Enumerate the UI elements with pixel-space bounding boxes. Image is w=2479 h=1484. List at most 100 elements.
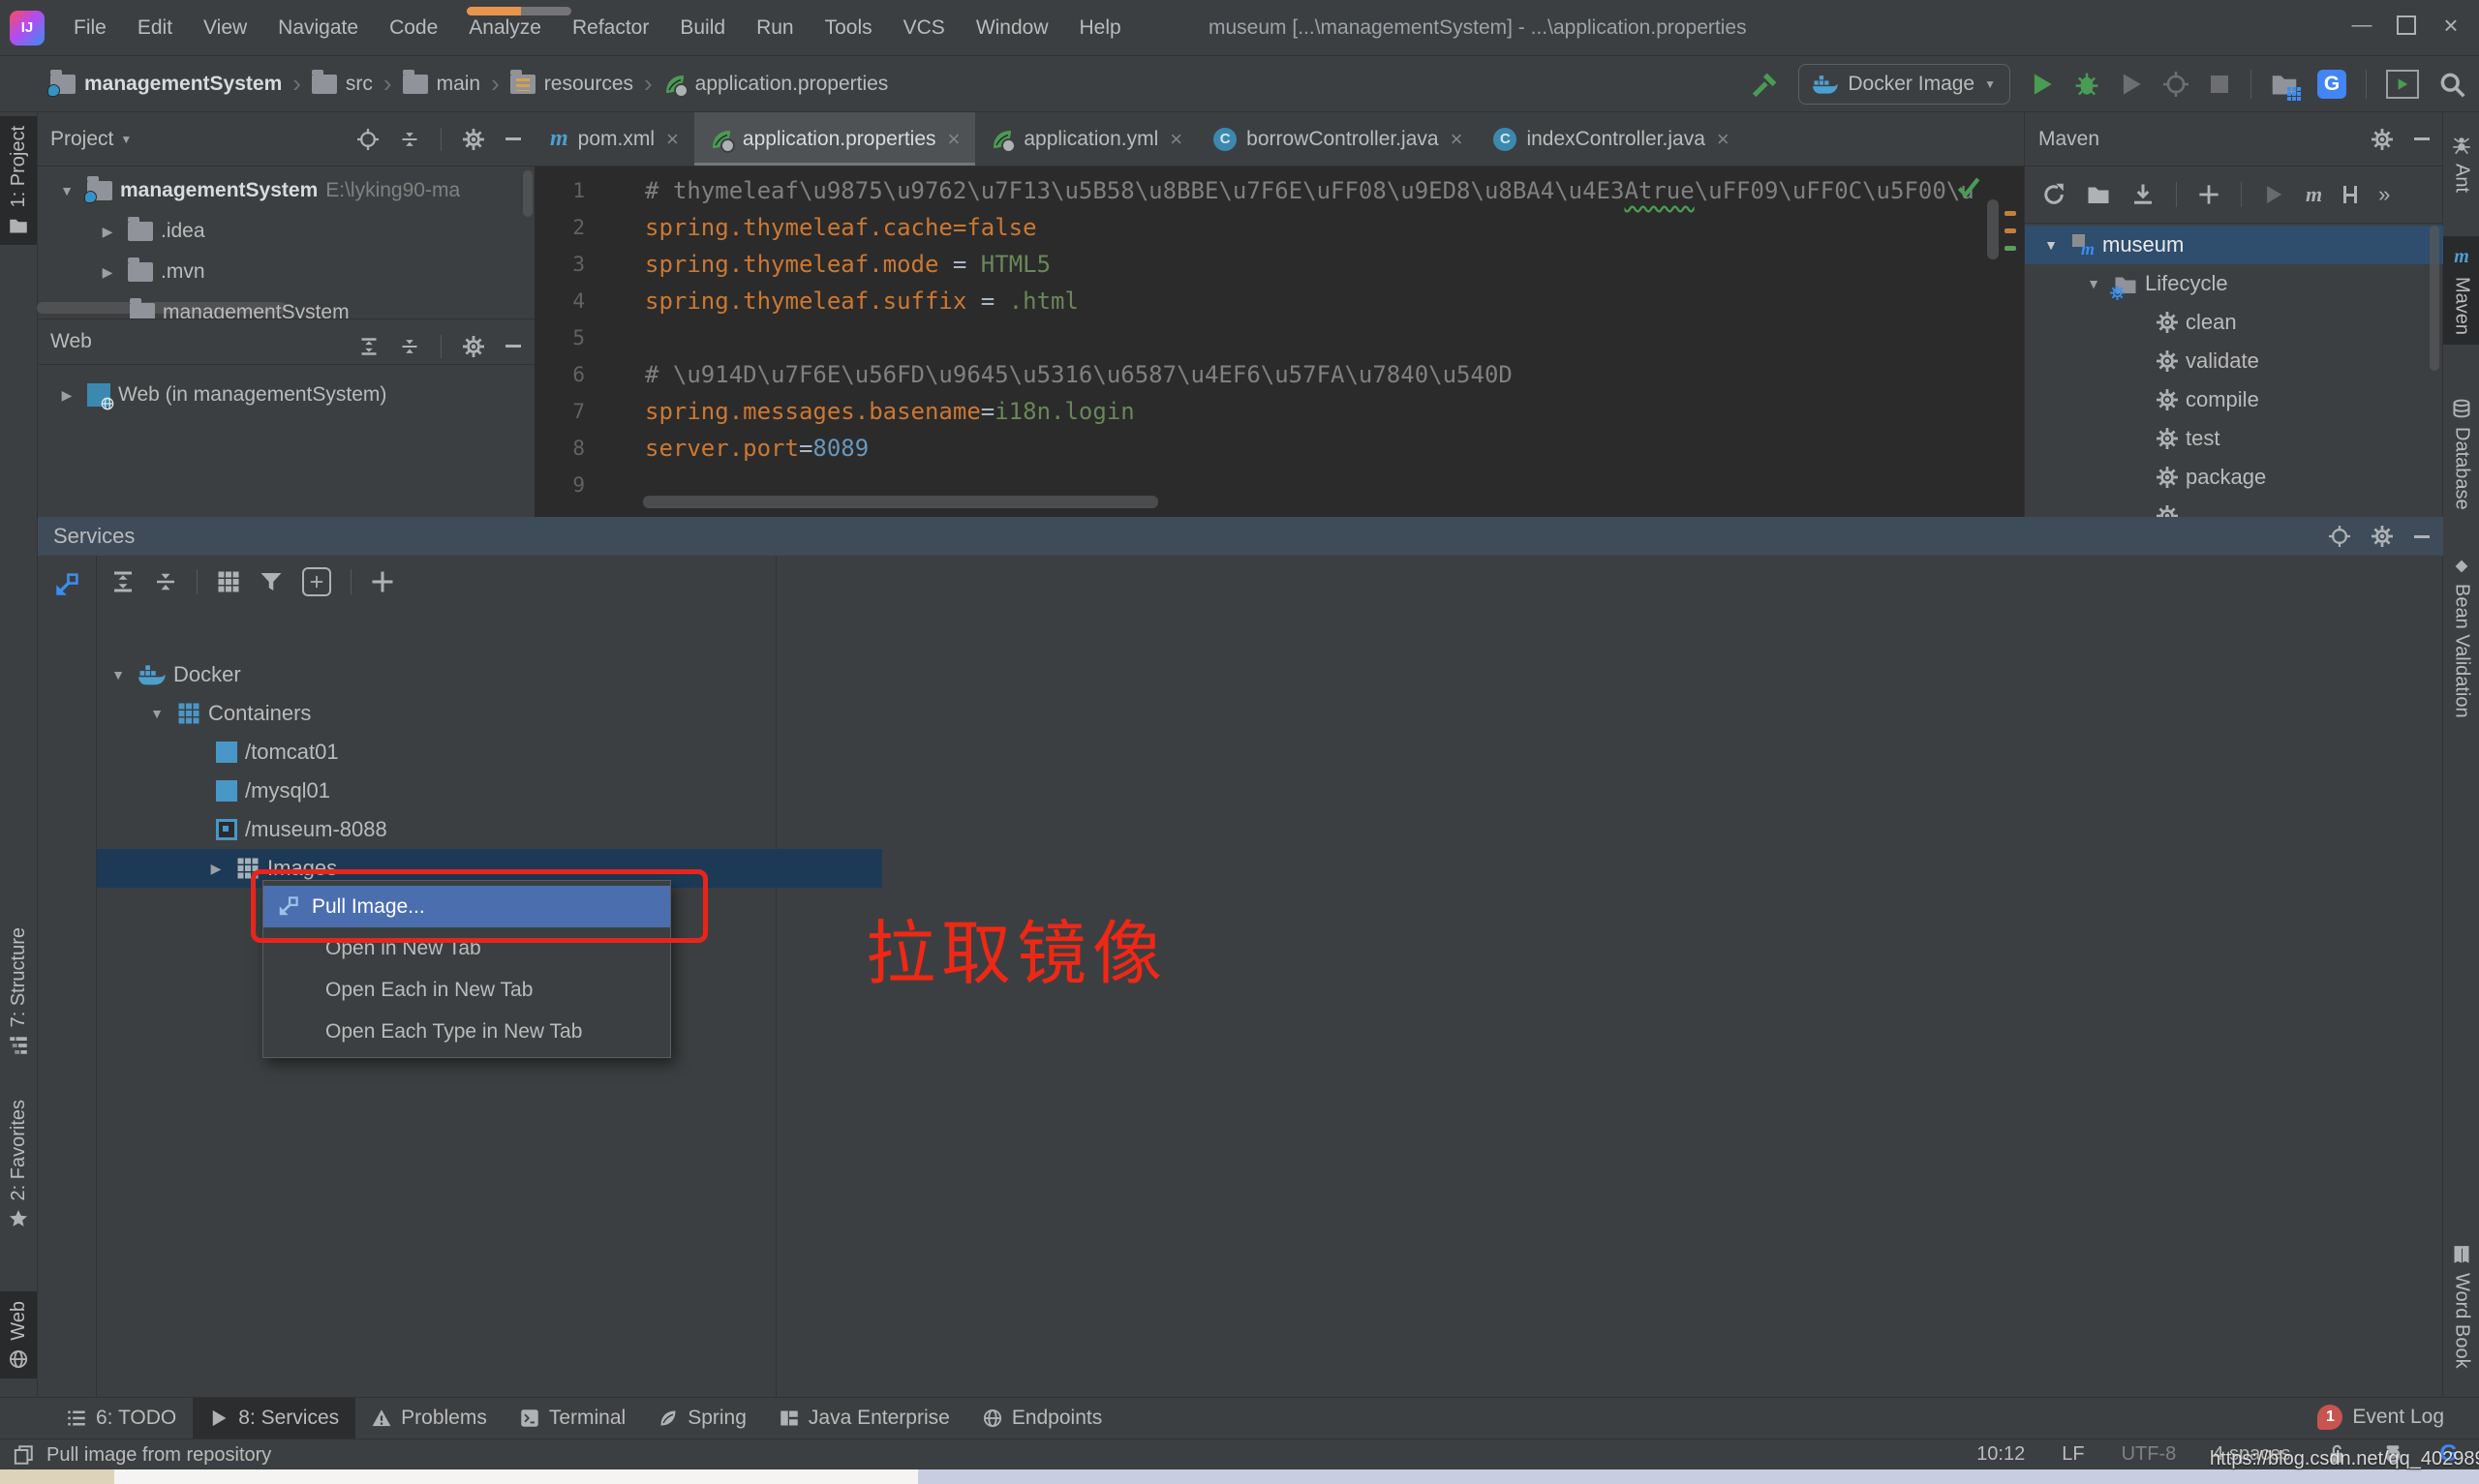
menu-refactor[interactable]: Refactor (557, 0, 664, 55)
maven-goal-clean[interactable]: clean (2025, 303, 2443, 342)
services-row-tomcat01[interactable]: /tomcat01 (38, 733, 954, 772)
vertical-scrollbar[interactable] (2430, 226, 2439, 371)
group-by-icon[interactable] (217, 570, 240, 593)
maven-goal-validate[interactable]: validate (2025, 342, 2443, 380)
hide-panel-icon[interactable] (505, 345, 521, 348)
build-hammer-icon[interactable] (1752, 71, 1779, 98)
services-row-museum-8088[interactable]: /museum-8088 (38, 810, 954, 849)
toolbar-services[interactable]: 8: Services (193, 1398, 356, 1439)
vertical-scrollbar[interactable] (523, 170, 533, 217)
menu-help[interactable]: Help (1064, 0, 1137, 55)
stripe-database[interactable]: Database (2443, 389, 2479, 520)
menu-file[interactable]: File (58, 0, 122, 55)
maven-goal-partial[interactable] (2025, 497, 2443, 517)
maven-row-lifecycle[interactable]: ▼ Lifecycle (2025, 264, 2443, 303)
gear-icon[interactable] (2372, 129, 2393, 150)
tab-indexcontroller[interactable]: C indexController.java × (1478, 112, 1744, 166)
toolbar-endpoints[interactable]: Endpoints (966, 1398, 1118, 1439)
maven-goal-package[interactable]: package (2025, 458, 2443, 497)
tab-pom-xml[interactable]: m pom.xml × (535, 112, 694, 166)
hide-panel-icon[interactable] (505, 137, 521, 140)
translate-icon[interactable]: G (2317, 69, 2346, 99)
maven-goal-test[interactable]: test (2025, 419, 2443, 458)
editor-code[interactable]: 1 # thymeleaf\u9875\u9762\u7F13\u5B58\u8B… (535, 167, 2024, 518)
collapse-all-icon[interactable] (400, 337, 419, 356)
expanded-icon[interactable]: ▼ (2081, 276, 2106, 291)
file-encoding[interactable]: UTF-8 (2122, 1443, 2177, 1466)
caret-position[interactable]: 10:12 (1976, 1443, 2025, 1466)
close-tab-icon[interactable]: × (1170, 127, 1182, 152)
services-row-containers[interactable]: ▼ Containers (38, 694, 882, 733)
breadcrumb-main[interactable]: main (402, 69, 480, 96)
locate-icon[interactable] (2329, 526, 2350, 547)
hide-panel-icon[interactable] (2414, 534, 2430, 538)
toolbar-todo[interactable]: 6: TODO (50, 1398, 193, 1439)
menu-build[interactable]: Build (664, 0, 741, 55)
generate-sources-icon[interactable] (2087, 183, 2110, 206)
collapse-all-icon[interactable] (154, 570, 177, 593)
expanded-icon[interactable]: ▼ (106, 667, 131, 682)
stop-button[interactable] (2208, 73, 2231, 96)
skip-tests-icon[interactable] (2343, 186, 2358, 203)
reimport-icon[interactable] (2042, 183, 2066, 206)
tree-row-web[interactable]: ▶ Web (in managementSystem) (37, 375, 535, 415)
maven-row-museum[interactable]: ▼ m museum (2025, 226, 2443, 264)
run-button[interactable] (2030, 72, 2055, 97)
run-configuration-select[interactable]: Docker Image ▼ (1798, 63, 2010, 105)
tab-application-properties[interactable]: application.properties × (693, 112, 976, 166)
add-service-icon[interactable] (371, 570, 394, 593)
stripe-maven[interactable]: m Maven (2443, 236, 2479, 346)
menu-navigate[interactable]: Navigate (262, 0, 374, 55)
menu-vcs[interactable]: VCS (888, 0, 961, 55)
services-row-mysql01[interactable]: /mysql01 (38, 772, 954, 810)
toolbar-java-enterprise[interactable]: Java Enterprise (763, 1398, 966, 1439)
expanded-icon[interactable]: ▼ (2038, 237, 2064, 253)
minimize-icon[interactable]: — (2340, 6, 2384, 45)
gear-icon[interactable] (2372, 526, 2393, 547)
menu-view[interactable]: View (188, 0, 262, 55)
coverage-button[interactable] (2119, 72, 2144, 97)
expanded-icon[interactable]: ▼ (144, 706, 169, 721)
hide-panel-icon[interactable] (2414, 137, 2430, 140)
line-ending[interactable]: LF (2062, 1443, 2084, 1466)
stripe-bean-validation[interactable]: Bean Validation (2443, 548, 2479, 728)
chevron-down-icon[interactable]: ▼ (113, 133, 138, 146)
stripe-favorites[interactable]: 2: Favorites (0, 1090, 37, 1238)
tree-row-mvn[interactable]: ▶ .mvn (37, 252, 535, 292)
add-to-frame-icon[interactable] (302, 567, 331, 596)
run-goal-icon[interactable] (2263, 184, 2284, 205)
menu-edit[interactable]: Edit (122, 0, 188, 55)
execute-maven-goal-icon[interactable]: m (2306, 182, 2322, 207)
tree-row-idea[interactable]: ▶ .idea (37, 211, 535, 252)
tree-row-managementsystem[interactable]: managementSystem (37, 292, 535, 318)
filter-icon[interactable] (260, 570, 283, 593)
close-tab-icon[interactable]: × (1451, 127, 1463, 152)
collapsed-icon[interactable]: ▶ (95, 224, 120, 240)
docker-registry-icon[interactable] (2271, 71, 2298, 98)
add-profile-icon[interactable] (2198, 184, 2219, 205)
menu-item-open-in-new-tab[interactable]: Open in New Tab (263, 927, 670, 969)
run-anything-icon[interactable] (2386, 69, 2419, 99)
stripe-structure[interactable]: 7: Structure (0, 918, 37, 1065)
close-tab-icon[interactable]: × (948, 127, 961, 152)
toolbar-spring[interactable]: Spring (642, 1398, 763, 1439)
breadcrumb-file[interactable]: application.properties (663, 73, 888, 98)
profiler-button[interactable] (2163, 72, 2188, 97)
menu-item-open-each-in-new-tab[interactable]: Open Each in New Tab (263, 969, 670, 1011)
debug-button[interactable] (2074, 72, 2099, 97)
services-row-docker[interactable]: ▼ Docker (38, 655, 843, 694)
maven-goal-compile[interactable]: compile (2025, 380, 2443, 419)
stripe-ant[interactable]: Ant (2443, 126, 2479, 202)
tree-row-root[interactable]: ▼ managementSystem E:\lyking90-ma (37, 170, 535, 211)
maximize-icon[interactable] (2384, 6, 2429, 45)
menu-item-open-each-type-in-new-tab[interactable]: Open Each Type in New Tab (263, 1011, 670, 1052)
breadcrumb-src[interactable]: src (311, 69, 373, 96)
collapsed-icon[interactable]: ▶ (95, 264, 120, 281)
more-icon[interactable]: » (2378, 182, 2390, 207)
gear-icon[interactable] (463, 129, 484, 150)
event-log-button[interactable]: 1 Event Log (2317, 1397, 2444, 1438)
collapsed-icon[interactable]: ▶ (203, 861, 229, 877)
toolbar-problems[interactable]: Problems (355, 1398, 504, 1439)
breadcrumb-project[interactable]: managementSystem (47, 69, 282, 97)
menu-run[interactable]: Run (741, 0, 810, 55)
